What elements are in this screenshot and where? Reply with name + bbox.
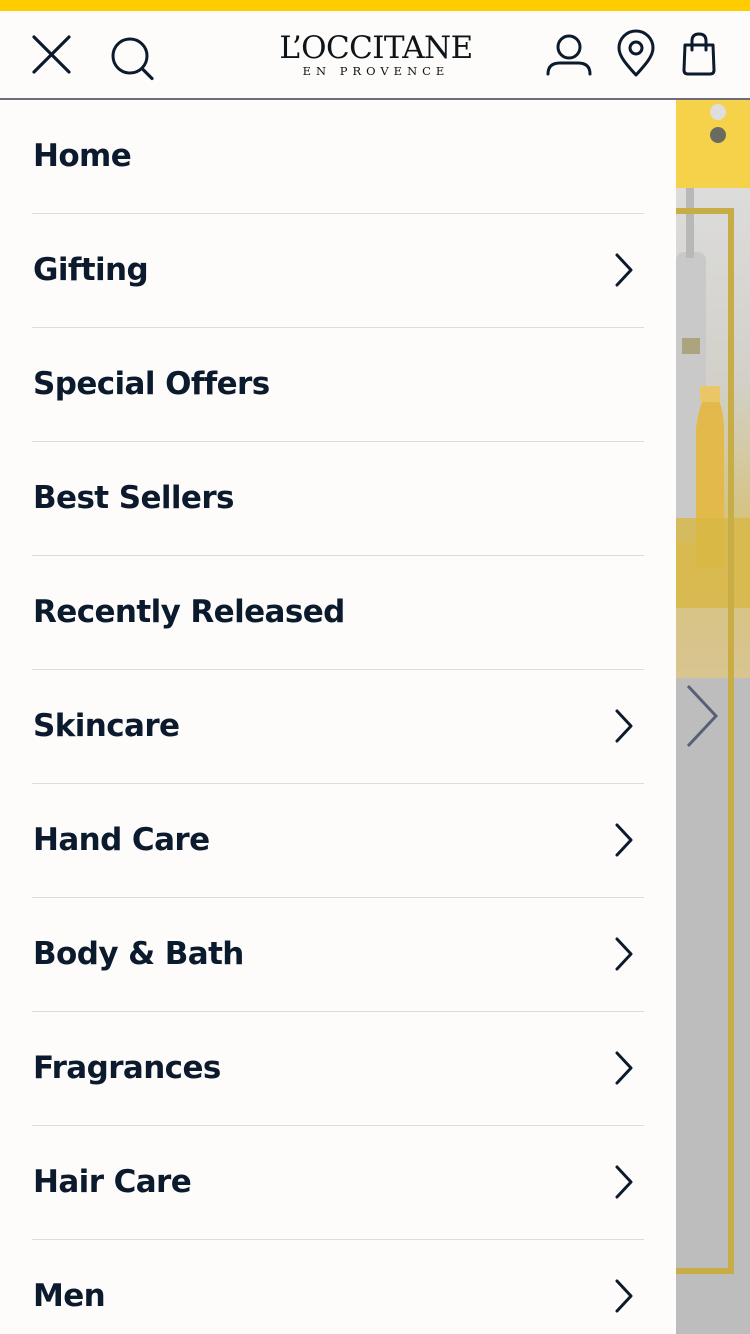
chevron-right-icon (615, 937, 633, 971)
logo-wordmark: L’OCCITANE (279, 30, 473, 66)
user-icon (546, 34, 592, 76)
chevron-right-icon (615, 253, 633, 287)
menu-item-label: Hair Care (33, 1164, 192, 1200)
menu-item-label: Men (33, 1278, 106, 1314)
close-icon (32, 35, 71, 74)
store-locator-button[interactable] (614, 29, 658, 83)
menu-item-fragrances[interactable]: Fragrances (32, 1012, 644, 1126)
menu-item-label: Skincare (33, 708, 180, 744)
menu-item-men[interactable]: Men (32, 1240, 644, 1334)
shopping-bag-button[interactable] (676, 29, 722, 83)
menu-list: Home Gifting Special Offers Best Sellers… (0, 100, 676, 1334)
menu-item-best-sellers[interactable]: Best Sellers (32, 442, 644, 556)
account-button[interactable] (542, 29, 596, 83)
search-icon (111, 37, 154, 81)
chevron-right-icon (615, 1051, 633, 1085)
chevron-right-icon (615, 1165, 633, 1199)
site-header: L’OCCITANE EN PROVENCE (0, 11, 750, 100)
menu-item-home[interactable]: Home (32, 100, 644, 214)
shopping-bag-icon (682, 32, 716, 76)
menu-item-special-offers[interactable]: Special Offers (32, 328, 644, 442)
menu-item-gifting[interactable]: Gifting (32, 214, 644, 328)
menu-item-hair-care[interactable]: Hair Care (32, 1126, 644, 1240)
close-menu-button[interactable] (26, 29, 78, 81)
menu-item-label: Hand Care (33, 822, 210, 858)
location-pin-icon (617, 29, 655, 77)
carousel-next-button[interactable] (682, 684, 722, 752)
menu-item-label: Best Sellers (33, 480, 234, 516)
promo-strip (0, 0, 750, 11)
navigation-drawer: Home Gifting Special Offers Best Sellers… (0, 100, 676, 1334)
chevron-right-icon (615, 1279, 633, 1313)
chevron-right-icon (615, 823, 633, 857)
brand-logo[interactable]: L’OCCITANE EN PROVENCE (246, 31, 506, 77)
menu-item-label: Body & Bath (33, 936, 244, 972)
menu-item-recently-released[interactable]: Recently Released (32, 556, 644, 670)
carousel-dot[interactable] (710, 104, 726, 120)
logo-tagline: EN PROVENCE (302, 64, 450, 78)
menu-item-label: Recently Released (33, 594, 345, 630)
chevron-right-icon (615, 709, 633, 743)
menu-item-hand-care[interactable]: Hand Care (32, 784, 644, 898)
menu-item-skincare[interactable]: Skincare (32, 670, 644, 784)
search-button[interactable] (106, 31, 158, 83)
background-page-overlay[interactable] (676, 100, 750, 1334)
menu-item-label: Fragrances (33, 1050, 221, 1086)
menu-item-label: Gifting (33, 252, 149, 288)
menu-item-label: Special Offers (33, 366, 270, 402)
carousel-dot-active[interactable] (710, 127, 726, 143)
menu-item-body-bath[interactable]: Body & Bath (32, 898, 644, 1012)
menu-item-label: Home (33, 138, 132, 174)
chevron-right-icon (686, 684, 719, 748)
